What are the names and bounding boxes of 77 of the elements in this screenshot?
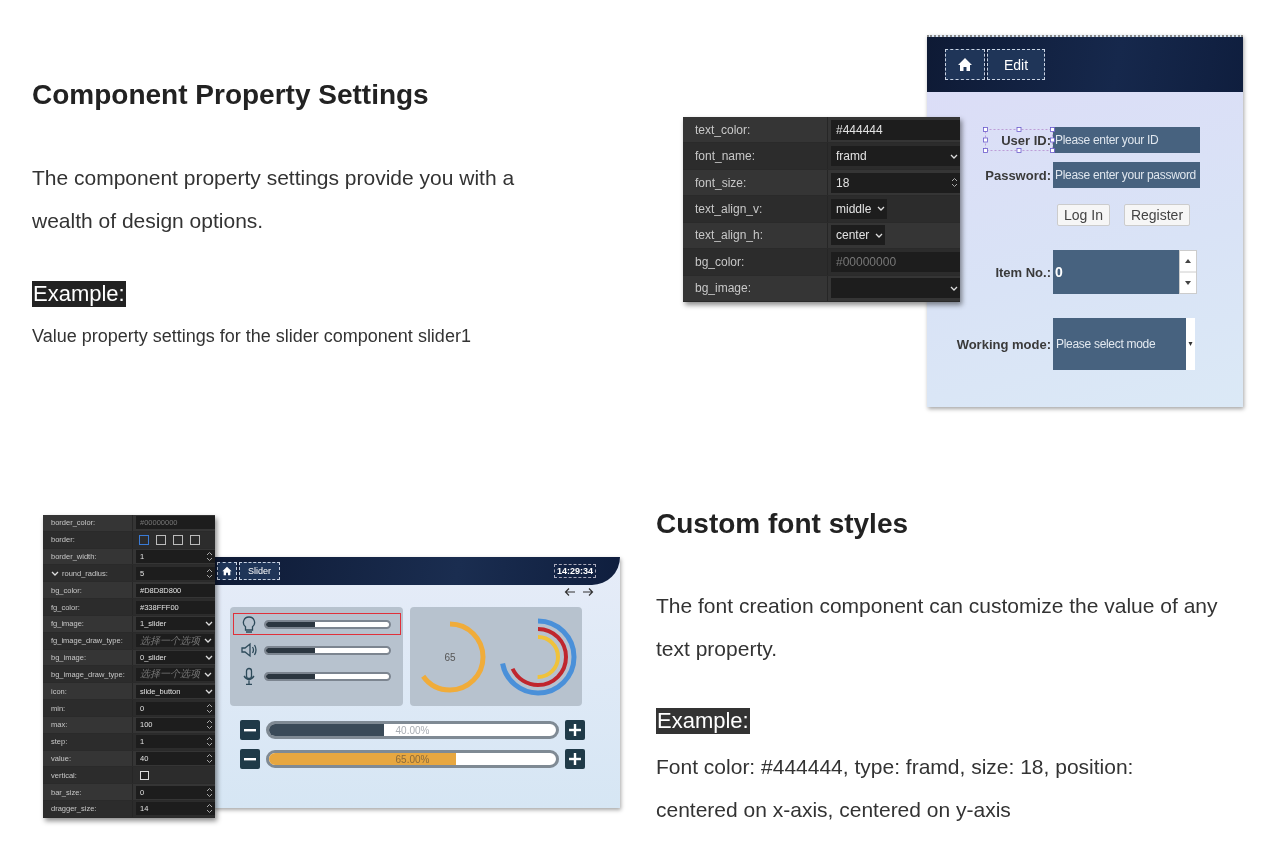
slider[interactable] <box>264 671 391 681</box>
property-field[interactable]: #444444 <box>831 119 960 140</box>
checkbox[interactable] <box>140 770 149 780</box>
gauge-value: 65 <box>444 651 456 663</box>
field-label: User ID: <box>1001 132 1051 148</box>
home-icon <box>956 56 974 73</box>
chevron-icon <box>950 152 958 160</box>
chevron-icon <box>205 620 213 628</box>
breadcrumb-item[interactable]: Slider <box>239 562 280 580</box>
forward-arrow-icon[interactable] <box>582 587 594 597</box>
light-bulb-icon <box>240 615 258 633</box>
spinner-icon[interactable] <box>206 736 213 748</box>
property-dropdown[interactable]: middle <box>831 198 888 219</box>
border-style-icon[interactable] <box>173 534 183 545</box>
spinner-icon[interactable] <box>206 719 213 731</box>
caret-icon <box>1186 318 1195 370</box>
paragraph: The font creation component can customize the value of any text property. <box>656 593 1219 662</box>
number-field[interactable]: 0 <box>1053 250 1179 294</box>
example-text: Value property settings for the slider component slider1 <box>32 325 472 348</box>
plus-button[interactable] <box>565 749 585 769</box>
home-button[interactable] <box>217 562 237 580</box>
spinner-icon[interactable] <box>206 702 213 714</box>
property-label: bg_image: <box>695 281 752 296</box>
spinner-icon[interactable] <box>951 177 958 189</box>
property-dropdown[interactable]: center <box>831 225 886 246</box>
field-label: Item No.: <box>995 264 1051 280</box>
form-button[interactable]: Log In <box>1057 204 1110 226</box>
paragraph: The component property settings provide you with a wealth of design options. <box>32 165 516 234</box>
property-label: font_size: <box>695 175 747 190</box>
property-label: text_align_h: <box>695 228 764 243</box>
chevron-icon <box>877 205 886 213</box>
spinner-icon[interactable] <box>206 753 213 764</box>
slider[interactable] <box>264 619 391 629</box>
border-style-icon[interactable] <box>190 534 200 545</box>
home-icon <box>221 565 233 577</box>
field-label: Password: <box>985 167 1051 183</box>
minus-button[interactable] <box>240 720 260 740</box>
spinner-icon[interactable] <box>1179 250 1197 294</box>
chevron-icon <box>875 231 884 239</box>
section-heading: Component Property Settings <box>32 78 430 112</box>
chevron-icon <box>205 687 213 695</box>
selection-frame[interactable] <box>983 127 1055 153</box>
progress-label: 65.00% <box>395 753 430 765</box>
clock-time: 14:29:34 <box>553 564 596 578</box>
chevron-icon <box>204 637 212 645</box>
spinner-icon[interactable] <box>206 567 213 579</box>
border-style-icon[interactable] <box>139 534 149 545</box>
breadcrumb-item[interactable]: Edit <box>987 49 1046 80</box>
chevron-icon <box>950 284 958 292</box>
property-label: bg_color: <box>695 254 745 269</box>
example-label: Example: <box>32 281 126 307</box>
property-label: text_align_v: <box>695 201 763 216</box>
section-heading: Custom font styles <box>656 507 910 541</box>
dropdown[interactable]: Please select mode <box>1053 318 1195 370</box>
property-label: font_name: <box>695 149 756 164</box>
example-text: Font color: #444444, type: framd, size: 18, position: centered on x-axis, centered on y-axis <box>656 754 1135 823</box>
spinner-icon[interactable] <box>206 551 213 563</box>
home-button[interactable] <box>945 49 985 80</box>
progress-label: 40.00% <box>395 724 430 736</box>
plus-button[interactable] <box>565 720 585 740</box>
property-field[interactable]: #00000000 <box>831 251 960 272</box>
speaker-icon <box>240 641 258 659</box>
property-label: text_color: <box>695 122 751 137</box>
back-arrow-icon[interactable] <box>564 587 576 597</box>
slider[interactable] <box>264 645 391 655</box>
form-button[interactable]: Register <box>1123 204 1191 226</box>
border-style-icon[interactable] <box>156 534 166 545</box>
field-label: Working mode: <box>956 336 1051 352</box>
input-field[interactable]: Please enter your ID <box>1053 127 1200 153</box>
chevron-icon[interactable] <box>51 569 59 577</box>
input-field[interactable]: Please enter your password <box>1053 162 1200 188</box>
minus-button[interactable] <box>240 749 260 769</box>
property-spinbox[interactable]: 18 <box>831 172 960 193</box>
property-dropdown[interactable]: framd <box>831 146 960 167</box>
spinner-icon[interactable] <box>206 803 213 815</box>
example-label: Example: <box>656 708 750 734</box>
spinner-icon[interactable] <box>206 786 213 798</box>
